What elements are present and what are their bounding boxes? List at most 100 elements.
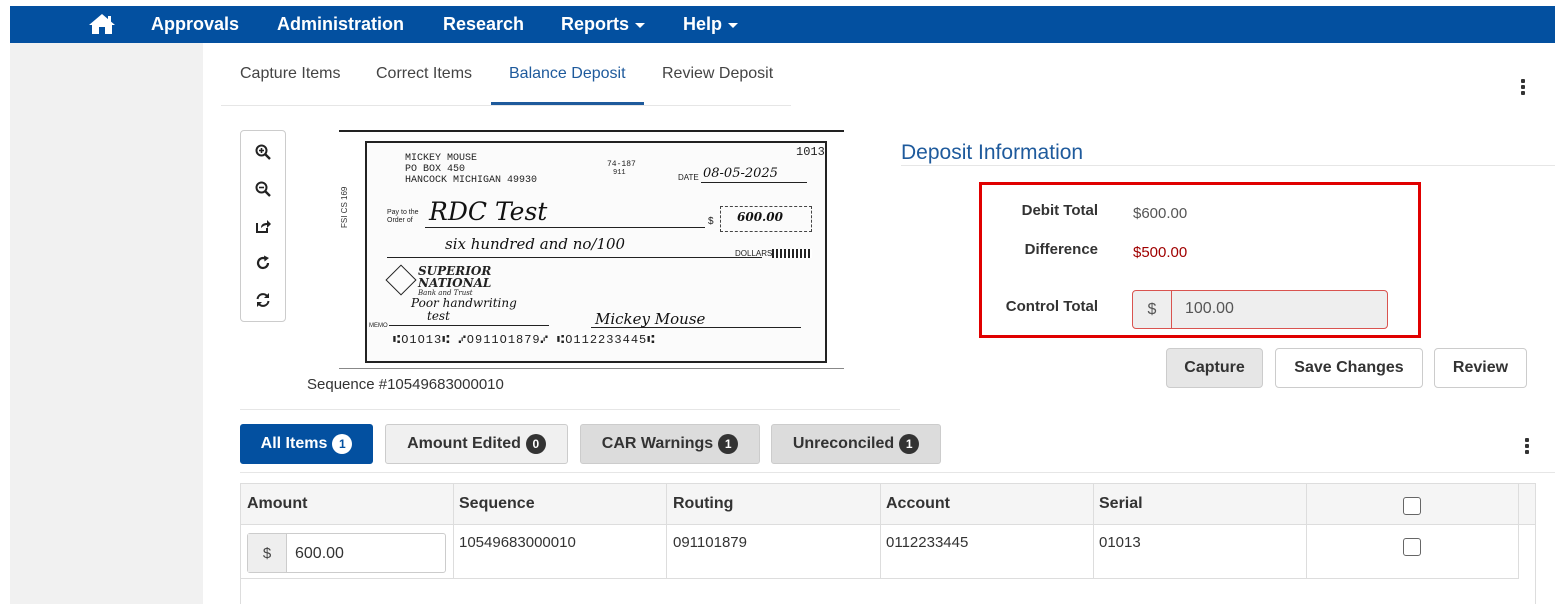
check-memo-handwriting: Poor handwriting bbox=[411, 296, 517, 310]
check-payer-address: PO BOX 450 bbox=[405, 164, 466, 175]
tab-balance-deposit[interactable]: Balance Deposit bbox=[509, 65, 626, 83]
memo-line bbox=[389, 325, 549, 326]
tab-review-deposit[interactable]: Review Deposit bbox=[662, 65, 773, 83]
active-tab-indicator bbox=[491, 102, 644, 105]
check-memo-label: MEMO bbox=[369, 323, 388, 329]
bank-name-2: NATIONAL bbox=[418, 276, 492, 290]
check-date: 08-05-2025 bbox=[703, 166, 778, 181]
cell-account: 0112233445 bbox=[886, 534, 969, 551]
difference-label: Difference bbox=[1024, 241, 1098, 258]
nav-help-label: Help bbox=[683, 14, 723, 34]
count-badge: 1 bbox=[718, 434, 739, 454]
caret-down-icon bbox=[728, 22, 739, 28]
signature-line bbox=[591, 327, 801, 328]
control-total-label: Control Total bbox=[1005, 298, 1098, 315]
share-icon[interactable] bbox=[241, 207, 285, 244]
sequence-label: Sequence #10549683000010 bbox=[307, 376, 504, 393]
control-total-field[interactable]: $ 100.00 bbox=[1132, 290, 1388, 329]
cell-routing: 091101879 bbox=[673, 534, 747, 551]
deposit-info-title: Deposit Information bbox=[901, 141, 1084, 164]
nav-approvals[interactable]: Approvals bbox=[151, 14, 239, 35]
check-micr-line: ⑆O1O13⑆ ⑇O911O1879⑇ ⑆O112233445⑆ bbox=[393, 333, 656, 347]
zoom-in-icon[interactable] bbox=[241, 133, 285, 170]
header-sequence[interactable]: Sequence bbox=[459, 495, 535, 513]
tab-capture-items[interactable]: Capture Items bbox=[240, 65, 340, 83]
debit-total-value: $600.00 bbox=[1133, 205, 1188, 222]
capture-button[interactable]: Capture bbox=[1166, 348, 1263, 388]
filter-amount-edited[interactable]: Amount Edited 0 bbox=[385, 424, 568, 464]
check-image: MICKEY MOUSE PO BOX 450 HANCOCK MICHIGAN… bbox=[365, 141, 827, 363]
check-date-label: DATE bbox=[678, 173, 699, 182]
filter-label: Unreconciled bbox=[792, 435, 895, 452]
header-routing[interactable]: Routing bbox=[673, 495, 733, 513]
header-amount[interactable]: Amount bbox=[247, 495, 307, 513]
amount-field[interactable]: $ 600.00 bbox=[247, 533, 446, 573]
nav-help[interactable]: Help bbox=[683, 14, 739, 35]
check-payer-name: MICKEY MOUSE bbox=[405, 153, 478, 164]
count-badge: 1 bbox=[899, 434, 920, 454]
written-amount-line bbox=[387, 257, 762, 258]
check-dollar-sign: $ bbox=[708, 216, 714, 227]
nav-administration[interactable]: Administration bbox=[277, 14, 404, 35]
save-changes-button[interactable]: Save Changes bbox=[1275, 348, 1423, 388]
check-amount: 600.00 bbox=[737, 210, 783, 224]
review-button[interactable]: Review bbox=[1434, 348, 1527, 388]
nav-reports-label: Reports bbox=[561, 14, 630, 34]
control-total-input[interactable]: 100.00 bbox=[1185, 300, 1234, 318]
check-memo: test bbox=[427, 309, 450, 323]
header-serial[interactable]: Serial bbox=[1099, 495, 1143, 513]
select-all-checkbox[interactable] bbox=[1403, 497, 1421, 515]
frame-edge bbox=[339, 368, 844, 369]
security-badge bbox=[772, 249, 812, 258]
count-badge: 1 bbox=[332, 434, 353, 454]
currency-addon: $ bbox=[1133, 291, 1172, 328]
cell-serial: 01013 bbox=[1099, 534, 1141, 551]
check-fraction-sub: 911 bbox=[613, 169, 626, 177]
filter-unreconciled[interactable]: Unreconciled 1 bbox=[771, 424, 941, 464]
check-payee: RDC Test bbox=[429, 197, 548, 226]
filter-car-warnings[interactable]: CAR Warnings 1 bbox=[580, 424, 760, 464]
items-table: Amount Sequence Routing Account Serial $… bbox=[240, 483, 1536, 604]
divider bbox=[240, 409, 900, 410]
debit-total-label: Debit Total bbox=[1021, 202, 1098, 219]
payee-line bbox=[425, 227, 705, 228]
amount-input[interactable]: 600.00 bbox=[295, 545, 344, 563]
row-select-checkbox[interactable] bbox=[1403, 538, 1421, 556]
check-written-amount: six hundred and no/100 bbox=[445, 235, 626, 253]
header-account[interactable]: Account bbox=[886, 495, 950, 513]
nav-research[interactable]: Research bbox=[443, 14, 524, 35]
workflow-tabs: Capture Items Correct Items Balance Depo… bbox=[221, 43, 791, 106]
check-side-text: FSI CS 169 bbox=[340, 186, 349, 228]
left-sidebar bbox=[10, 43, 203, 604]
frame-edge bbox=[339, 130, 844, 132]
home-icon[interactable] bbox=[88, 13, 116, 35]
more-options-icon[interactable] bbox=[1520, 79, 1526, 97]
tab-correct-items[interactable]: Correct Items bbox=[376, 65, 472, 83]
check-fraction: 74-187 bbox=[607, 160, 636, 169]
zoom-out-icon[interactable] bbox=[241, 170, 285, 207]
difference-value: $500.00 bbox=[1133, 244, 1188, 261]
check-order-of-label: Order of bbox=[387, 217, 413, 224]
caret-down-icon bbox=[635, 22, 646, 28]
nav-reports[interactable]: Reports bbox=[561, 14, 646, 35]
check-number: 1013 bbox=[796, 145, 825, 159]
filter-all-items[interactable]: All Items 1 bbox=[240, 424, 373, 464]
count-badge: 0 bbox=[525, 434, 546, 454]
check-payer-city: HANCOCK MICHIGAN 49930 bbox=[405, 175, 538, 186]
divider bbox=[901, 165, 1555, 166]
image-toolbar bbox=[240, 130, 286, 322]
bank-logo bbox=[385, 264, 417, 296]
currency-addon: $ bbox=[248, 534, 287, 572]
check-pay-to-label: Pay to the bbox=[387, 209, 419, 216]
filter-label: CAR Warnings bbox=[601, 435, 714, 452]
date-line bbox=[701, 182, 807, 183]
more-options-icon[interactable] bbox=[1524, 438, 1530, 456]
check-signature: Mickey Mouse bbox=[595, 310, 706, 328]
page-gutter bbox=[0, 0, 10, 604]
rotate-icon[interactable] bbox=[241, 244, 285, 281]
top-navbar: Approvals Administration Research Report… bbox=[10, 6, 1555, 43]
filter-label: Amount Edited bbox=[407, 435, 521, 452]
table-row-divider bbox=[241, 578, 1519, 579]
refresh-icon[interactable] bbox=[241, 281, 285, 318]
cell-sequence: 10549683000010 bbox=[459, 534, 576, 551]
